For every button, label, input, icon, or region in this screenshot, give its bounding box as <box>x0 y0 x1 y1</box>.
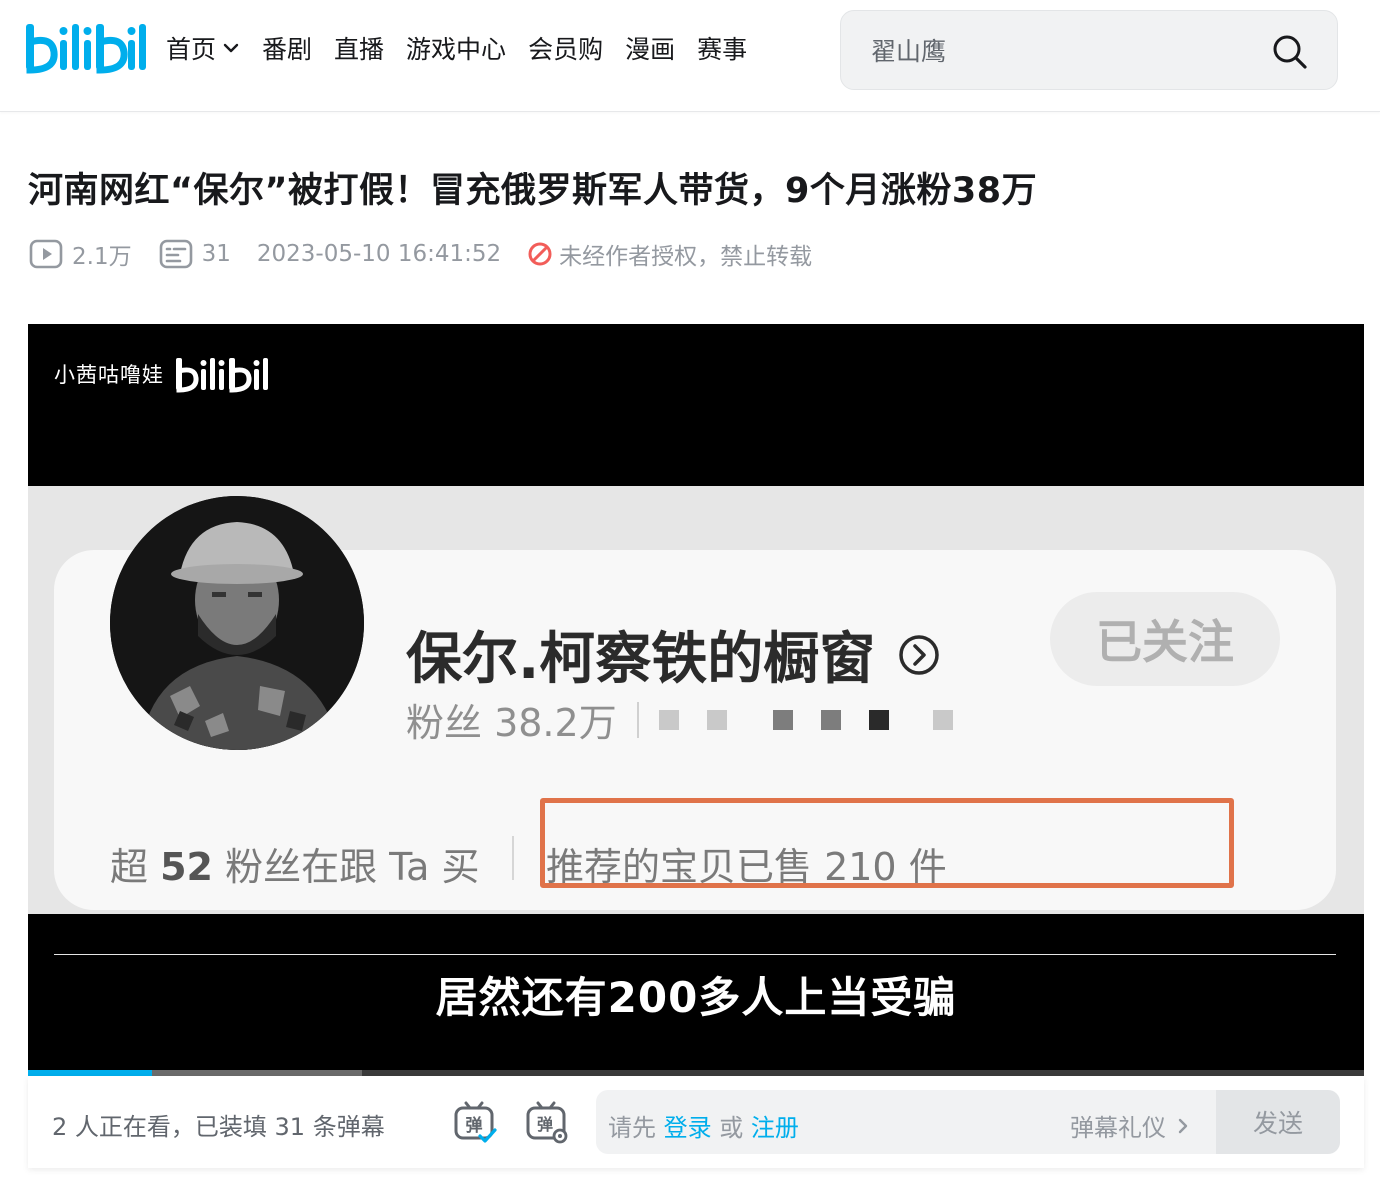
danmaku-bar: 2 人正在看，已装填 31 条弹幕 弹 弹 请先 登录 或 注册 弹幕礼仪 发送 <box>28 1076 1364 1168</box>
blurred-tag <box>820 709 841 730</box>
follow-buy-number: 52 <box>160 845 213 889</box>
follow-buy-prefix: 超 <box>110 845 149 889</box>
blurred-tag <box>868 709 889 730</box>
follow-buy-suffix: 粉丝在跟 Ta 买 <box>225 845 480 889</box>
etiquette-label: 弹幕礼仪 <box>1070 1114 1166 1142</box>
nav-item-anime[interactable]: 番剧 <box>262 30 312 66</box>
copyright-text: 未经作者授权，禁止转载 <box>559 244 813 270</box>
shop-name-text: 保尔.柯察铁的橱窗 <box>406 627 876 692</box>
bilibili-logo[interactable] <box>22 18 148 78</box>
nav-item-label: 首页 <box>166 35 217 64</box>
video-meta: 2.1万 31 2023-05-10 16:41:52 未经作者授权，禁止转载 <box>28 234 838 274</box>
video-player[interactable]: 小茜咕噜娃 保尔.柯察铁的橱窗 已关注 粉丝 38.2万 超 52 粉丝在跟 T… <box>28 324 1364 1076</box>
copyright-notice: 未经作者授权，禁止转载 <box>527 237 812 271</box>
shop-name: 保尔.柯察铁的橱窗 <box>406 614 941 695</box>
nav-item-label: 会员购 <box>528 35 604 64</box>
nav-item-label: 直播 <box>334 35 385 64</box>
fans-count: 粉丝 38.2万 <box>406 701 617 745</box>
nav-item-esports[interactable]: 赛事 <box>697 30 747 66</box>
svg-text:弹: 弹 <box>537 1115 553 1134</box>
danmaku-input[interactable]: 请先 登录 或 注册 弹幕礼仪 发送 <box>596 1090 1340 1154</box>
main-nav: 首页 番剧 直播 游戏中心 会员购 漫画 赛事 <box>166 28 769 68</box>
seller-avatar <box>110 496 364 750</box>
play-count-icon <box>29 239 63 269</box>
watermark-logo <box>176 358 268 393</box>
chevron-right-icon <box>1178 1118 1188 1133</box>
search-box <box>840 10 1338 90</box>
search-input[interactable] <box>871 33 1251 69</box>
card-divider <box>54 954 1336 955</box>
video-subtitle: 居然还有200多人上当受骗 <box>435 973 957 1022</box>
nav-item-home[interactable]: 首页 <box>166 30 240 66</box>
nav-item-game-center[interactable]: 游戏中心 <box>406 30 506 66</box>
blurred-tag <box>706 709 727 730</box>
publish-time: 2023-05-10 16:41:52 <box>256 241 502 267</box>
danmaku-settings-icon[interactable]: 弹 <box>524 1100 570 1146</box>
danmaku-count-icon <box>159 239 192 269</box>
watermark-uploader: 小茜咕噜娃 <box>54 363 164 387</box>
nav-item-mall[interactable]: 会员购 <box>528 30 603 66</box>
search-icon[interactable] <box>1271 33 1309 71</box>
view-count: 2.1万 <box>28 236 132 272</box>
nav-item-label: 漫画 <box>625 35 676 64</box>
viewer-status: 2 人正在看，已装填 31 条弹幕 <box>52 1113 385 1141</box>
view-count-value: 2.1万 <box>72 244 132 270</box>
register-link[interactable]: 注册 <box>751 1114 799 1142</box>
nav-item-label: 番剧 <box>262 35 313 64</box>
stat-separator <box>512 836 514 880</box>
danmaku-toggle-icon[interactable]: 弹 <box>452 1100 498 1146</box>
nav-item-label: 赛事 <box>697 35 748 64</box>
video-title: 河南网红“保尔”被打假！冒充俄罗斯军人带货，9个月涨粉38万 <box>28 171 1038 211</box>
top-header: 首页 番剧 直播 游戏中心 会员购 漫画 赛事 <box>0 0 1380 112</box>
nav-item-manga[interactable]: 漫画 <box>625 30 675 66</box>
danmaku-count-value: 31 <box>201 241 231 267</box>
blurred-tag <box>772 709 793 730</box>
danmaku-count: 31 <box>158 236 231 272</box>
no-repost-icon <box>528 242 552 266</box>
fans-row: 粉丝 38.2万 <box>406 692 981 747</box>
login-prompt: 请先 登录 或 注册 <box>608 1108 799 1143</box>
blurred-tag <box>658 709 679 730</box>
nav-item-label: 游戏中心 <box>406 35 507 64</box>
login-link[interactable]: 登录 <box>664 1114 712 1142</box>
fans-separator <box>636 701 639 738</box>
blurred-tag <box>932 709 953 730</box>
video-watermark: 小茜咕噜娃 <box>54 354 272 394</box>
followed-badge: 已关注 <box>1050 592 1280 686</box>
danmaku-etiquette-link[interactable]: 弹幕礼仪 <box>1070 1108 1192 1143</box>
prompt-prefix: 请先 <box>608 1114 656 1142</box>
prompt-or: 或 <box>719 1114 744 1142</box>
nav-item-live[interactable]: 直播 <box>334 30 384 66</box>
send-button[interactable]: 发送 <box>1216 1090 1340 1154</box>
chevron-right-circle-icon <box>899 634 940 675</box>
chevron-down-icon <box>223 43 239 53</box>
highlight-box <box>540 798 1234 888</box>
follow-buy-stat: 超 52 粉丝在跟 Ta 买 <box>110 836 479 891</box>
svg-text:弹: 弹 <box>466 1115 483 1136</box>
